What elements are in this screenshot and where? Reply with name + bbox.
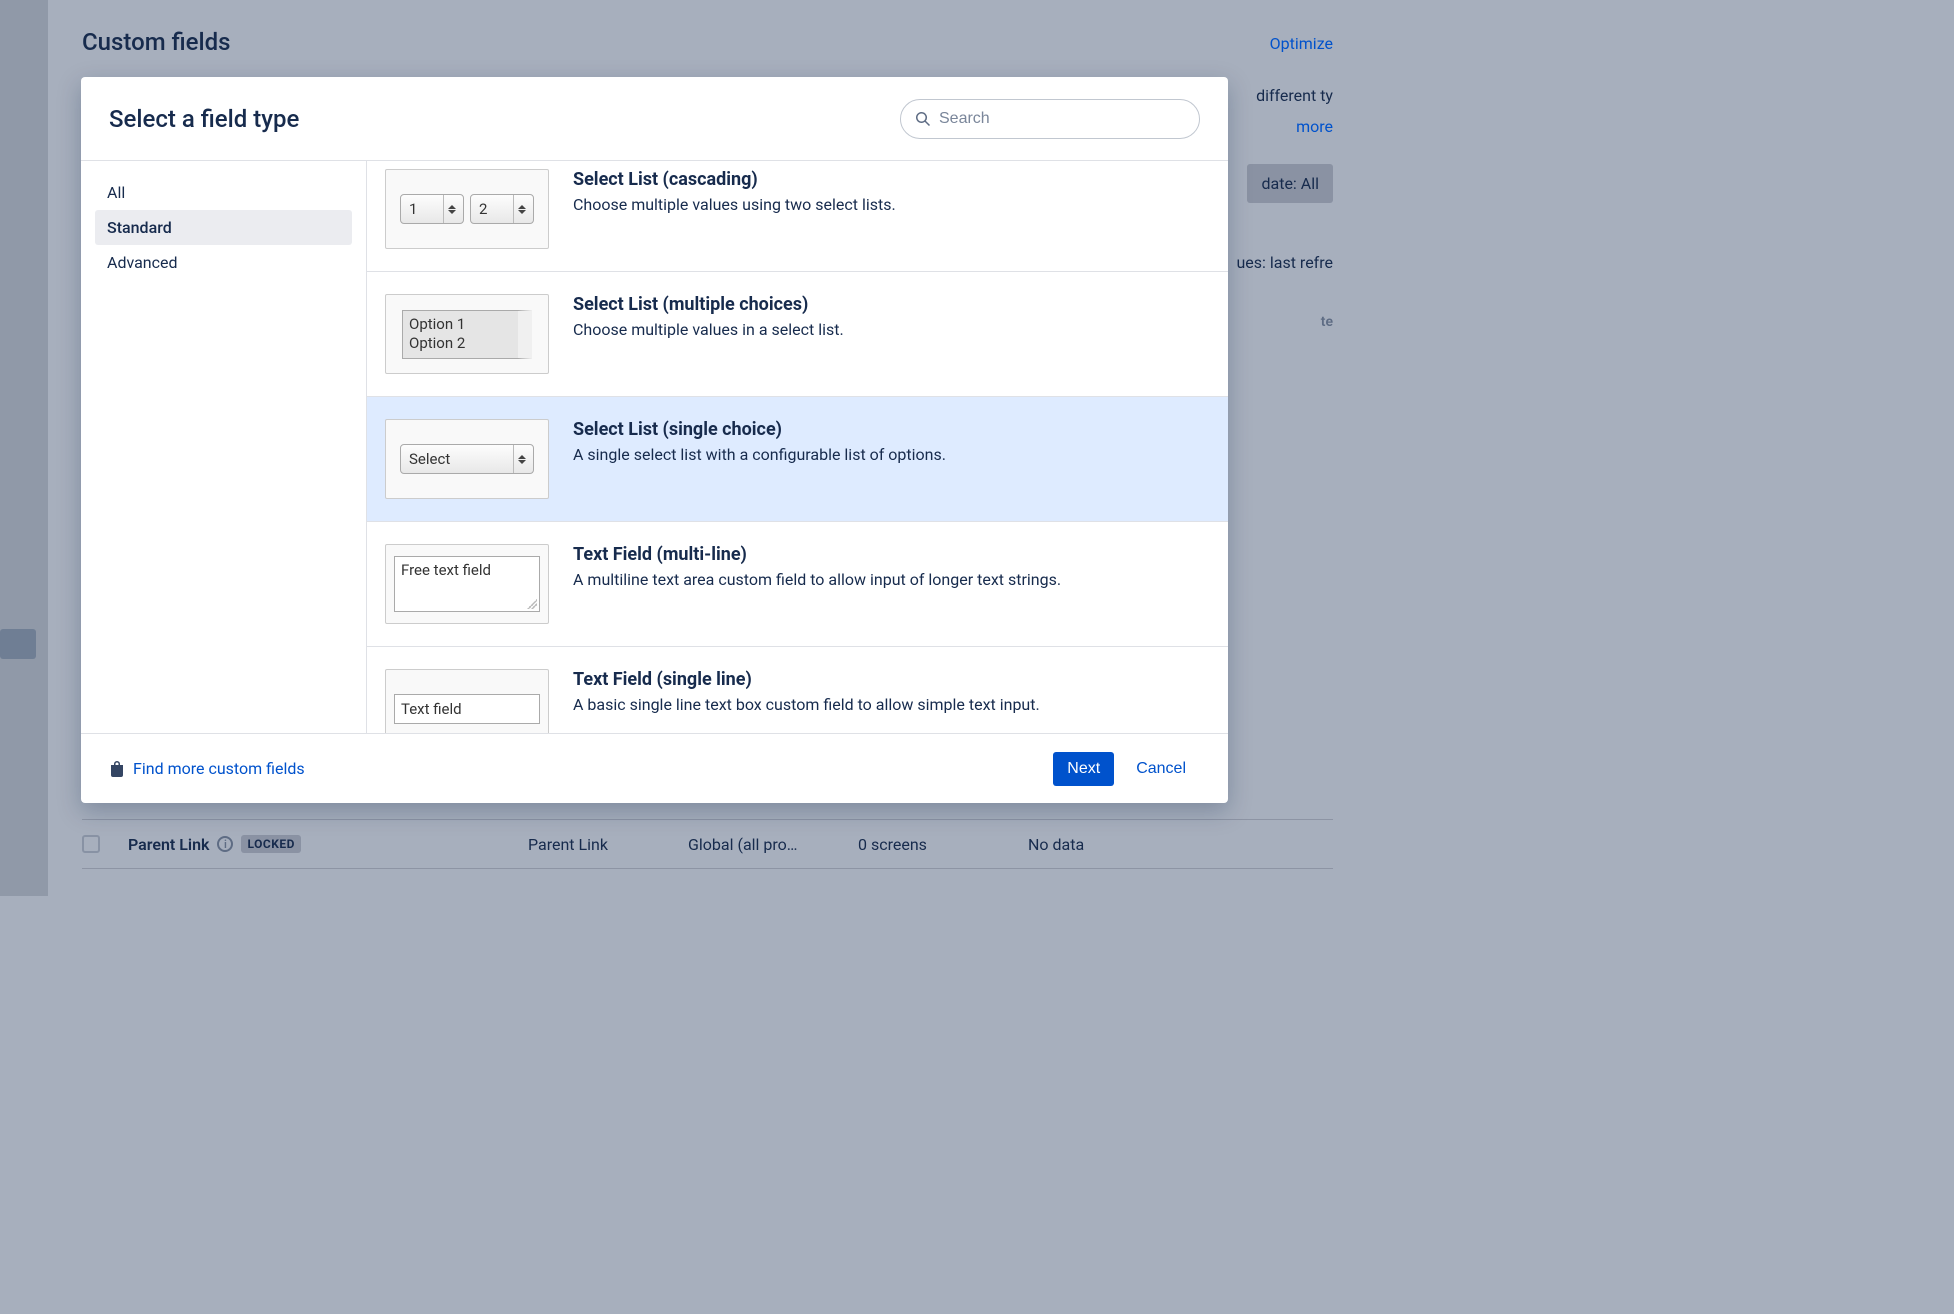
sidebar-active-indicator	[0, 629, 36, 659]
field-option-textarea[interactable]: Free text field Text Field (multi-line) A …	[367, 522, 1228, 647]
find-more-label: Find more custom fields	[133, 759, 305, 778]
category-all[interactable]: All	[95, 175, 352, 210]
field-type-list: 12 Select List (cascading) Choose multiple…	[367, 161, 1228, 733]
field-type-desc: Choose multiple values using two select …	[573, 194, 1210, 216]
field-option-singleselect[interactable]: Select Select List (single choice) A singl…	[367, 397, 1228, 522]
field-type-desc: Choose multiple values in a select list.	[573, 319, 1210, 341]
optimize-link[interactable]: Optimize	[1270, 34, 1333, 53]
field-preview: Free text field	[385, 544, 549, 624]
marketplace-icon	[109, 761, 125, 777]
row-type: Parent Link	[528, 835, 688, 854]
row-screens: 0 screens	[858, 835, 1028, 854]
field-type-title: Select List (single choice)	[573, 419, 1210, 440]
modal-title: Select a field type	[109, 105, 299, 133]
next-button[interactable]: Next	[1053, 752, 1114, 786]
field-name: Parent Link	[128, 835, 209, 854]
search-icon	[915, 111, 931, 127]
category-standard[interactable]: Standard	[95, 210, 352, 245]
field-option-multiselect[interactable]: Option 1Option 2 Select List (multiple ch…	[367, 272, 1228, 397]
locked-badge: LOCKED	[241, 835, 300, 853]
field-type-desc: A multiline text area custom field to al…	[573, 569, 1210, 591]
field-type-title: Select List (multiple choices)	[573, 294, 1210, 315]
row-data: No data	[1028, 835, 1084, 854]
field-type-title: Select List (cascading)	[573, 169, 1210, 190]
field-preview: Option 1Option 2	[385, 294, 549, 374]
field-type-desc: A basic single line text box custom fiel…	[573, 694, 1210, 716]
field-preview: Text field	[385, 669, 549, 733]
modal-body: AllStandardAdvanced 12 Select List (casca…	[81, 161, 1228, 733]
table-row[interactable]: Parent Link i LOCKED Parent Link Global …	[82, 819, 1333, 869]
field-option-textfield[interactable]: Text field Text Field (single line) A basi…	[367, 647, 1228, 733]
search-input[interactable]	[939, 110, 1185, 128]
cancel-button[interactable]: Cancel	[1122, 752, 1200, 786]
row-context: Global (all pro…	[688, 835, 858, 854]
category-sidebar: AllStandardAdvanced	[81, 161, 367, 733]
bg-text-fragment: te	[1321, 314, 1333, 330]
info-icon[interactable]: i	[217, 836, 233, 852]
field-option-cascading[interactable]: 12 Select List (cascading) Choose multiple…	[367, 161, 1228, 272]
bg-more-link[interactable]: more	[1296, 117, 1333, 136]
bg-text-fragment: different ty	[1256, 86, 1333, 105]
row-checkbox[interactable]	[82, 835, 100, 853]
search-box[interactable]	[900, 99, 1200, 139]
find-more-link[interactable]: Find more custom fields	[109, 759, 305, 778]
field-type-desc: A single select list with a configurable…	[573, 444, 1210, 466]
field-preview: 12	[385, 169, 549, 249]
page-title: Custom fields	[82, 28, 230, 56]
modal-footer: Find more custom fields Next Cancel	[81, 733, 1228, 803]
field-preview: Select	[385, 419, 549, 499]
app-sidebar	[0, 0, 48, 896]
field-type-title: Text Field (single line)	[573, 669, 1210, 690]
field-type-modal: Select a field type AllStandardAdvanced …	[81, 77, 1228, 803]
field-type-title: Text Field (multi-line)	[573, 544, 1210, 565]
filter-chip-date[interactable]: date: All	[1247, 164, 1333, 203]
category-advanced[interactable]: Advanced	[95, 245, 352, 280]
bg-text-fragment: ues: last refre	[1236, 253, 1333, 272]
modal-header: Select a field type	[81, 77, 1228, 161]
